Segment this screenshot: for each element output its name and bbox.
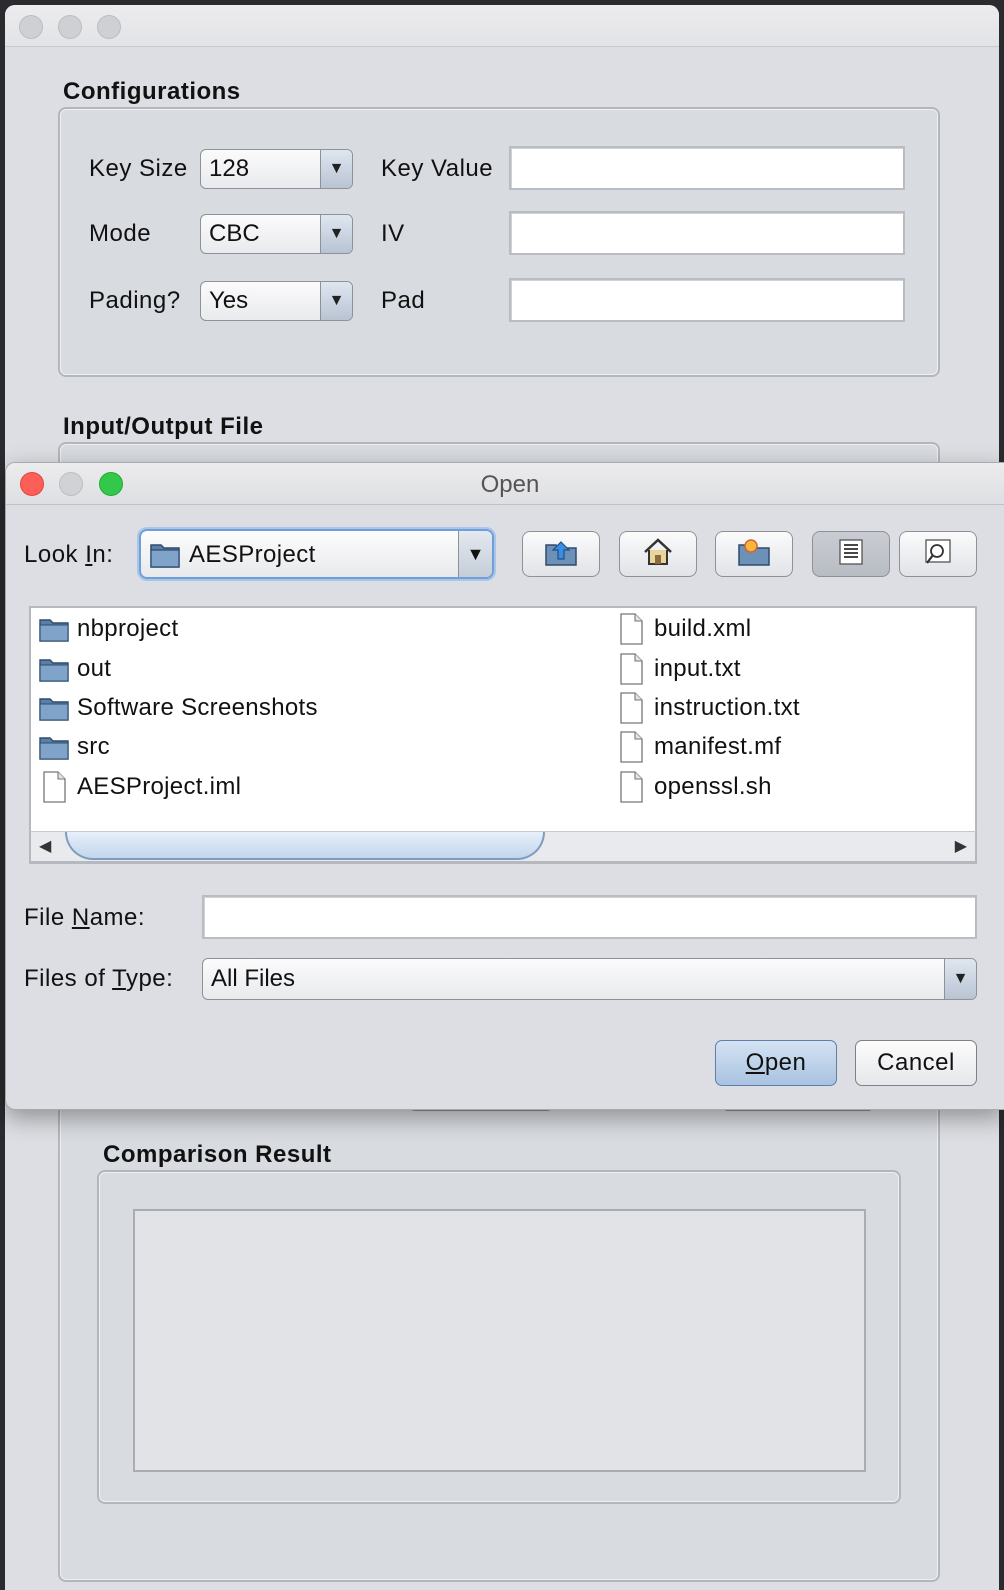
- key-value-field[interactable]: [509, 146, 905, 190]
- dialog-titlebar: Open: [6, 463, 1004, 505]
- mode-label: Mode: [89, 220, 152, 247]
- minimize-window-button[interactable]: [58, 15, 82, 39]
- look-in-combo[interactable]: AESProject ▼: [139, 529, 494, 579]
- list-item[interactable]: src: [39, 729, 110, 765]
- key-size-combo[interactable]: 128 ▼: [200, 149, 353, 189]
- file-icon: [616, 653, 646, 685]
- new-folder-button[interactable]: [715, 531, 793, 577]
- file-name-input[interactable]: [202, 895, 977, 939]
- dialog-title: Open: [480, 471, 540, 498]
- new-folder-icon: [737, 537, 771, 572]
- look-in-label-text: Look: [24, 541, 86, 568]
- file-name: out: [77, 655, 112, 682]
- look-in-value: AESProject: [189, 541, 316, 568]
- chevron-down-icon: ▼: [320, 282, 352, 320]
- pad-field[interactable]: [509, 278, 905, 322]
- list-item[interactable]: instruction.txt: [616, 690, 800, 726]
- file-name: AESProject.iml: [77, 773, 242, 800]
- folder-icon: [39, 732, 69, 762]
- open-button[interactable]: Open: [715, 1040, 837, 1086]
- home-icon: [641, 537, 675, 572]
- details-view-button[interactable]: [899, 531, 977, 577]
- key-value-label: Key Value: [381, 155, 494, 182]
- home-button[interactable]: [619, 531, 697, 577]
- up-folder-button[interactable]: [522, 531, 600, 577]
- file-name: input.txt: [654, 655, 741, 682]
- file-name: nbproject: [77, 615, 179, 642]
- file-type-label-rest: ype:: [125, 965, 174, 992]
- look-in-label-rest: n:: [92, 541, 114, 568]
- pad-label: Pad: [381, 287, 426, 314]
- file-icon: [616, 731, 646, 763]
- comparison-result-title: Comparison Result: [103, 1141, 332, 1168]
- horizontal-scrollbar[interactable]: ◀ ▶: [29, 831, 977, 863]
- scroll-right-icon[interactable]: ▶: [955, 836, 967, 856]
- file-icon: [616, 692, 646, 724]
- iv-label: IV: [381, 220, 405, 247]
- list-item[interactable]: Software Screenshots: [39, 690, 318, 726]
- folder-icon: [39, 693, 69, 723]
- cancel-button[interactable]: Cancel: [855, 1040, 977, 1086]
- file-type-label: Files of Type:: [24, 965, 173, 993]
- list-item[interactable]: openssl.sh: [616, 769, 772, 805]
- file-icon: [616, 771, 646, 803]
- file-name: openssl.sh: [654, 773, 772, 800]
- list-view-icon: [837, 538, 865, 571]
- list-item[interactable]: nbproject: [39, 611, 178, 647]
- folder-icon: [39, 654, 69, 684]
- list-item[interactable]: out: [39, 651, 111, 687]
- open-label: pen: [764, 1049, 807, 1076]
- padding-combo[interactable]: Yes ▼: [200, 281, 353, 321]
- file-name: manifest.mf: [654, 733, 782, 760]
- comparison-result-area[interactable]: [133, 1209, 866, 1472]
- close-window-button[interactable]: [19, 15, 43, 39]
- list-view-button[interactable]: [812, 531, 890, 577]
- main-titlebar: [5, 5, 999, 47]
- padding-value: Yes: [209, 287, 249, 314]
- open-mnemonic: O: [745, 1049, 765, 1076]
- list-item[interactable]: AESProject.iml: [39, 769, 241, 805]
- file-name-label-rest: ame:: [89, 904, 146, 931]
- scrollbar-thumb[interactable]: [65, 832, 545, 860]
- scroll-left-icon[interactable]: ◀: [39, 836, 51, 856]
- chevron-down-icon: ▼: [944, 959, 976, 999]
- configurations-title: Configurations: [63, 78, 241, 105]
- file-name-label-text: File: [24, 904, 72, 931]
- file-name-mnemonic: N: [71, 904, 90, 931]
- up-folder-icon: [544, 537, 578, 572]
- list-item[interactable]: manifest.mf: [616, 729, 781, 765]
- list-item[interactable]: input.txt: [616, 651, 741, 687]
- file-name: Software Screenshots: [77, 694, 318, 721]
- file-list[interactable]: nbproject out Software Screenshots src A…: [29, 606, 977, 864]
- folder-icon: [149, 539, 181, 574]
- padding-label: Pading?: [89, 287, 181, 314]
- file-icon: [616, 613, 646, 645]
- look-in-label: Look In:: [24, 541, 113, 569]
- file-name: build.xml: [654, 615, 752, 642]
- mode-value: CBC: [209, 220, 260, 247]
- details-view-icon: [923, 538, 953, 571]
- file-type-label-text: Files of: [24, 965, 113, 992]
- file-icon: [39, 771, 69, 803]
- file-name: src: [77, 733, 110, 760]
- file-name-label: File Name:: [24, 904, 145, 932]
- key-size-label: Key Size: [89, 155, 188, 182]
- io-file-title: Input/Output File: [63, 413, 264, 440]
- folder-icon: [39, 614, 69, 644]
- chevron-down-icon: ▼: [320, 150, 352, 188]
- zoom-window-button[interactable]: [97, 15, 121, 39]
- chevron-down-icon: ▼: [320, 215, 352, 253]
- key-size-value: 128: [209, 155, 250, 182]
- chevron-down-icon: ▼: [458, 531, 492, 577]
- file-type-mnemonic: T: [112, 965, 126, 992]
- file-type-combo[interactable]: All Files ▼: [202, 958, 977, 1000]
- open-dialog: Open Look In: AESProject ▼ nbproject out…: [5, 462, 1004, 1110]
- file-name: instruction.txt: [654, 694, 800, 721]
- list-item[interactable]: build.xml: [616, 611, 751, 647]
- file-type-value: All Files: [211, 965, 296, 992]
- iv-field[interactable]: [509, 211, 905, 255]
- mode-combo[interactable]: CBC ▼: [200, 214, 353, 254]
